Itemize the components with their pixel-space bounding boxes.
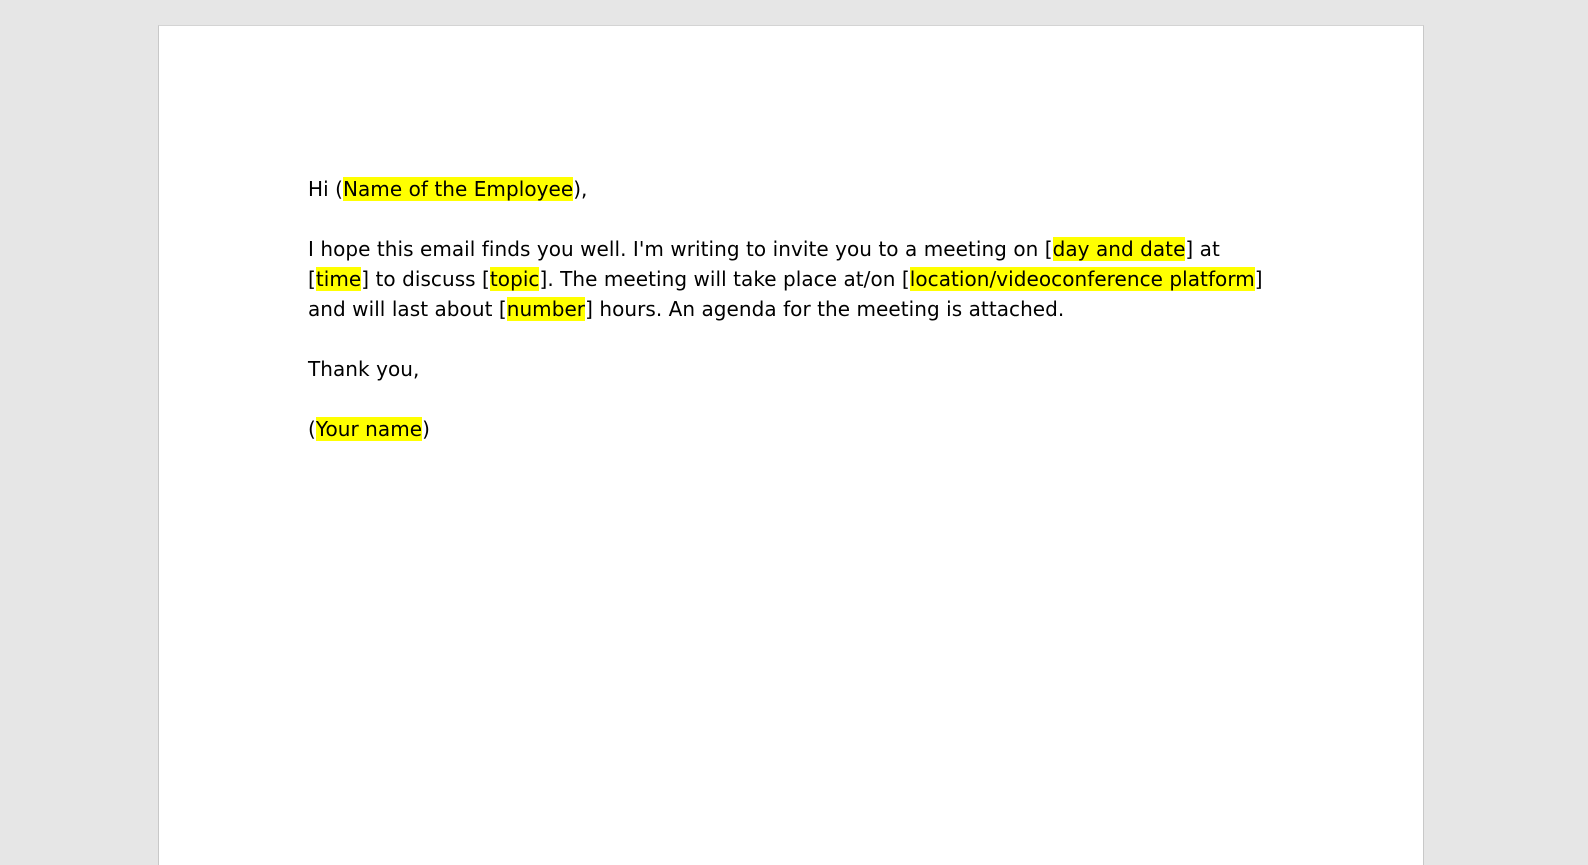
body-line2-mid1: ] to discuss [	[361, 267, 490, 291]
greeting-suffix: ),	[573, 177, 588, 201]
greeting-paragraph[interactable]: Hi (Name of the Employee),	[308, 174, 1308, 204]
signature-prefix: (	[308, 417, 316, 441]
body-line3-start: and will last about [	[308, 297, 507, 321]
location-placeholder: location/videoconference platform	[909, 267, 1255, 291]
closing-text: Thank you,	[308, 357, 420, 381]
day-date-placeholder: day and date	[1052, 237, 1186, 261]
topic-placeholder: topic	[489, 267, 540, 291]
document-body[interactable]: Hi (Name of the Employee), I hope this e…	[308, 174, 1308, 444]
signature-paragraph[interactable]: (Your name)	[308, 414, 1308, 444]
body-line1-text: I hope this email finds you well. I'm wr…	[308, 237, 1053, 261]
body-line2-end: ]	[1254, 267, 1263, 291]
document-page[interactable]: Hi (Name of the Employee), I hope this e…	[158, 25, 1424, 865]
body-line1-end: ] at	[1185, 237, 1220, 261]
body-line2-open: [	[308, 267, 316, 291]
number-placeholder: number	[506, 297, 586, 321]
employee-name-placeholder: Name of the Employee	[342, 177, 574, 201]
time-placeholder: time	[315, 267, 362, 291]
body-paragraph[interactable]: I hope this email finds you well. I'm wr…	[308, 234, 1308, 324]
closing-paragraph[interactable]: Thank you,	[308, 354, 1308, 384]
signature-suffix: )	[422, 417, 430, 441]
body-line3-end: ] hours. An agenda for the meeting is at…	[585, 297, 1065, 321]
body-line2-mid2: ]. The meeting will take place at/on [	[539, 267, 910, 291]
your-name-placeholder: Your name	[315, 417, 423, 441]
greeting-prefix: Hi (	[308, 177, 343, 201]
